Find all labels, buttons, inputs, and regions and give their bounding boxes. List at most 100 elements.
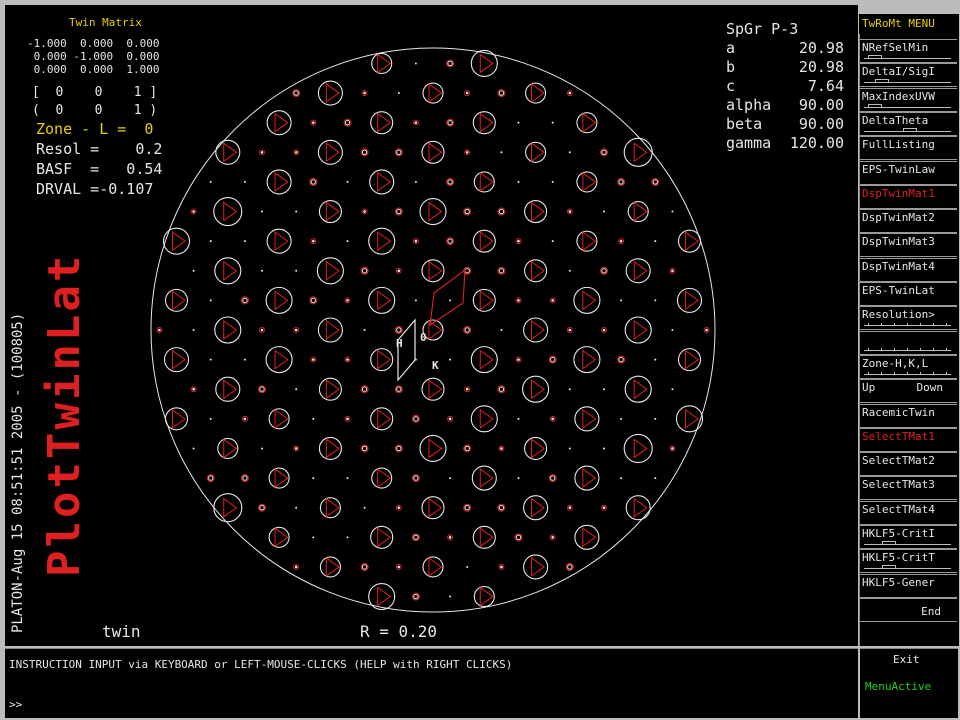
twin-reflection-triangle: [633, 260, 648, 281]
twin-reflection-triangle: [377, 468, 392, 489]
twin-reflection-triangle: [377, 408, 392, 429]
reflection-spot: [294, 565, 298, 569]
reflection-spot: [268, 467, 290, 489]
reflection-spot: [310, 179, 316, 185]
ruler-tick: [894, 347, 895, 351]
reflection-spot: [294, 328, 298, 332]
ruler-tick: [933, 347, 934, 351]
ruler-tick: [868, 323, 869, 327]
menu-item-end[interactable]: End: [860, 597, 957, 622]
twin-reflection-triangle: [582, 408, 597, 429]
reflection-spot: [705, 328, 708, 332]
menu-item-label: SelectTMat2: [862, 454, 935, 468]
weak-reflection-dot: [654, 299, 657, 302]
slider-knob[interactable]: [867, 55, 882, 59]
reflection-spot: [361, 149, 368, 155]
menu-item-deltai-sigi[interactable]: DeltaI/SigI: [860, 63, 957, 88]
twin-matrix-row: 0.000 -1.000 0.000: [27, 50, 160, 63]
menu-item-dsptwinmat3[interactable]: DspTwinMat3: [860, 233, 957, 258]
menu-item-resolution-[interactable]: Resolution>: [860, 306, 957, 331]
reflection-spot: [568, 210, 572, 213]
menu-item-hklf5-criti[interactable]: HKLF5-CritI: [860, 525, 957, 549]
reflection-spot: [567, 564, 573, 570]
twin-label: twin: [102, 622, 141, 641]
menu-item-dsptwinmat4[interactable]: DspTwinMat4: [860, 257, 957, 282]
weak-reflection-dot: [654, 477, 657, 480]
cell-param-value: 20.98: [798, 58, 844, 76]
slider-track[interactable]: [864, 568, 951, 570]
twin-reflection-triangle: [377, 53, 392, 74]
menu-item-blank[interactable]: [860, 330, 957, 355]
reflection-spot: [515, 534, 522, 541]
menu-item-fulllisting[interactable]: FullListing: [860, 136, 957, 161]
slider-track[interactable]: [864, 544, 951, 545]
slider-knob[interactable]: [874, 79, 889, 84]
zone-label: Zone - L = 0: [36, 120, 154, 138]
reflection-spot: [465, 387, 469, 391]
drval-value: DRVAL =-0.107: [36, 180, 154, 198]
plot-panel[interactable]: H 0 K Twin Matrix -1.000 0.000 0.000 0.000…: [5, 5, 858, 646]
twin-reflection-triangle: [531, 438, 546, 459]
cell-param-value: 7.64: [807, 77, 844, 95]
program-version-line: PLATON-Aug 15 08:51:51 2005 - (100805): [10, 312, 26, 633]
reflection-spot: [568, 91, 572, 95]
reflection-spot: [208, 475, 214, 481]
reflection-spot: [551, 299, 554, 302]
slider-knob[interactable]: [881, 565, 896, 570]
twin-reflection-triangle: [274, 408, 289, 429]
twin-matrix-row: -1.000 0.000 0.000: [27, 37, 160, 50]
menu-item-up[interactable]: Up Down: [860, 379, 957, 404]
menu-item-eps-twinlaw[interactable]: EPS-TwinLaw: [860, 160, 957, 185]
reflection-spot: [447, 60, 453, 67]
ruler-tick: [907, 323, 908, 327]
weak-reflection-dot: [620, 417, 623, 420]
menu-item-selecttmat1[interactable]: SelectTMat1: [860, 427, 957, 452]
instruction-input-panel[interactable]: INSTRUCTION INPUT via KEYBOARD or LEFT-M…: [5, 648, 858, 718]
cell-param-label: gamma: [726, 134, 772, 152]
menu-item-hklf5-gener[interactable]: HKLF5-Gener: [860, 573, 957, 598]
weak-reflection-dot: [603, 447, 605, 450]
weak-reflection-dot: [568, 447, 571, 450]
reflection-spot: [627, 200, 649, 223]
twin-reflection-triangle: [223, 320, 238, 340]
twin-reflection-triangle: [479, 527, 494, 548]
menu-item-dsptwinmat1[interactable]: DspTwinMat1: [860, 184, 957, 209]
menu-item-dsptwinmat2[interactable]: DspTwinMat2: [860, 209, 957, 234]
reflection-spot: [447, 179, 453, 185]
menu-item-racemictwin[interactable]: RacemicTwin: [860, 403, 957, 428]
menu-item-zone-h-k-l[interactable]: Zone-H,K,L: [860, 354, 957, 379]
input-prompt[interactable]: >>: [9, 699, 22, 710]
menu-item-selecttmat4[interactable]: SelectTMat4: [860, 500, 957, 525]
exit-button[interactable]: Exit: [893, 654, 920, 665]
twin-reflection-triangle: [377, 527, 392, 548]
slider-knob[interactable]: [867, 103, 882, 108]
weak-reflection-dot: [243, 180, 246, 183]
menu-item-maxindexuvw[interactable]: MaxIndexUVW: [860, 87, 957, 112]
menu-item-label: DeltaTheta: [862, 113, 929, 127]
r-value: R = 0.20: [360, 622, 438, 641]
slider-knob[interactable]: [902, 127, 917, 132]
slider-knob[interactable]: [881, 541, 896, 545]
twin-reflection-triangle: [684, 349, 699, 370]
menu-item-eps-twinlat[interactable]: EPS-TwinLat: [860, 282, 957, 306]
reflection-spot: [498, 386, 505, 392]
menu-item-selecttmat3[interactable]: SelectTMat3: [860, 476, 957, 501]
ruler-tick: [920, 347, 921, 351]
twin-reflection-triangle: [223, 201, 238, 222]
reflection-spot: [601, 149, 607, 155]
menu-item-deltatheta[interactable]: DeltaTheta: [860, 111, 957, 136]
space-group: SpGr P-3: [726, 20, 799, 38]
twin-reflection-triangle: [274, 171, 289, 192]
menu-item-label: HKLF5-CritT: [862, 551, 935, 565]
menu-item-selecttmat2[interactable]: SelectTMat2: [860, 452, 957, 477]
reflection-spot: [346, 299, 349, 302]
reflection-spot: [623, 137, 653, 167]
twin-reflection-triangle: [223, 438, 238, 459]
twin-reflection-triangle: [274, 112, 289, 133]
reflection-spot: [414, 239, 418, 243]
menu-item-hklf5-critt[interactable]: HKLF5-CritT: [860, 549, 957, 574]
menu-item-label: EPS-TwinLat: [862, 284, 935, 297]
twin-reflection-triangle: [531, 83, 546, 104]
menu-item-nrefselmin[interactable]: NRefSelMin: [860, 39, 957, 63]
reflection-spot: [213, 493, 243, 523]
